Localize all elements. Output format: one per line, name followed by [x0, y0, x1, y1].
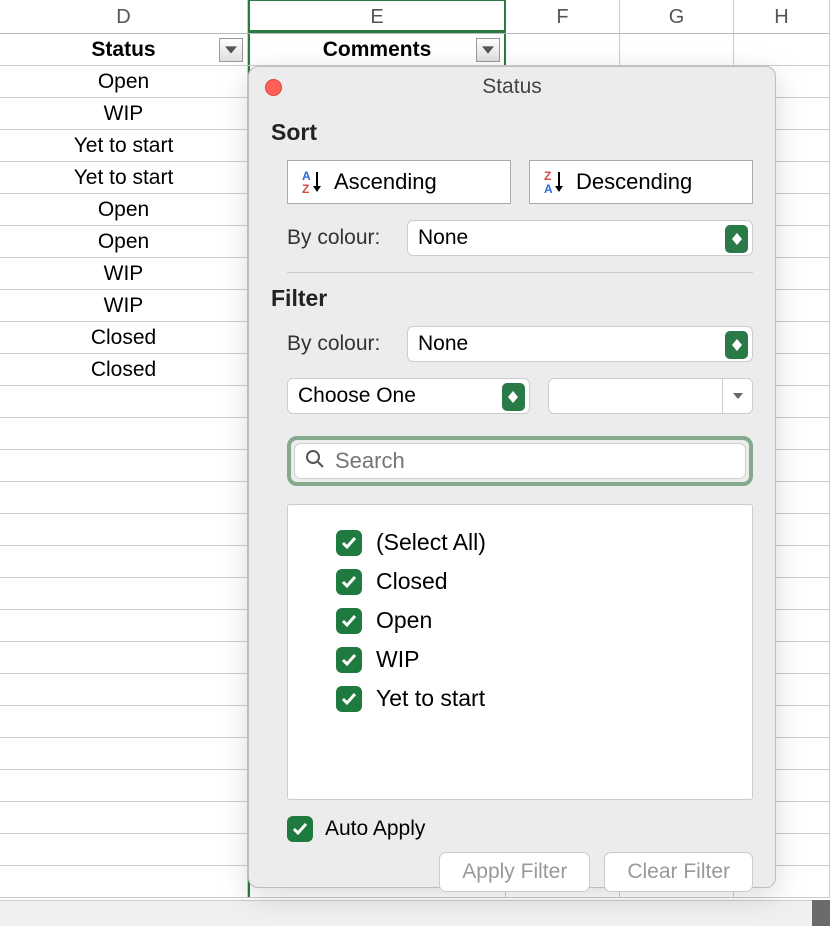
filter-by-colour-value: None	[418, 332, 468, 356]
cell[interactable]	[0, 418, 248, 449]
search-icon	[305, 449, 325, 474]
filter-item-wip[interactable]: WIP	[336, 646, 704, 673]
search-input[interactable]	[335, 448, 735, 474]
cell[interactable]: Open	[0, 194, 248, 225]
cell[interactable]	[506, 34, 620, 65]
apply-filter-button[interactable]: Apply Filter	[439, 852, 590, 892]
filter-by-colour-label: By colour:	[287, 332, 393, 356]
filter-item-yet-to-start[interactable]: Yet to start	[336, 685, 704, 712]
sort-by-colour-select[interactable]: None	[407, 220, 753, 256]
cell[interactable]	[0, 674, 248, 705]
checkbox-checked-icon	[336, 686, 362, 712]
close-icon[interactable]	[265, 79, 282, 96]
cell[interactable]: Yet to start	[0, 130, 248, 161]
choose-one-select[interactable]: Choose One	[287, 378, 530, 414]
popup-titlebar: Status	[249, 67, 775, 107]
cell[interactable]	[0, 386, 248, 417]
checkbox-checked-icon	[336, 569, 362, 595]
filter-dropdown-button[interactable]	[219, 38, 243, 62]
sort-descending-button[interactable]: Z A Descending	[529, 160, 753, 204]
filter-item-select-all[interactable]: (Select All)	[336, 529, 704, 556]
sort-ascending-button[interactable]: A Z Ascending	[287, 160, 511, 204]
cell[interactable]: Open	[0, 226, 248, 257]
cell[interactable]: Closed	[0, 354, 248, 385]
checkbox-checked-icon	[336, 647, 362, 673]
sort-az-icon: A Z	[302, 169, 326, 195]
search-field-container	[287, 436, 753, 486]
col-header-d[interactable]: D	[0, 0, 248, 33]
cell[interactable]	[620, 34, 734, 65]
cell[interactable]	[0, 578, 248, 609]
cell[interactable]: WIP	[0, 98, 248, 129]
choose-one-value: Choose One	[298, 384, 416, 408]
svg-text:A: A	[302, 169, 311, 183]
checkbox-checked-icon	[287, 816, 313, 842]
cell[interactable]: WIP	[0, 290, 248, 321]
stepper-icon	[725, 331, 748, 359]
cell[interactable]	[0, 482, 248, 513]
header-comments-cell[interactable]: Comments	[248, 34, 506, 65]
filter-dropdown-button[interactable]	[476, 38, 500, 62]
auto-apply-label: Auto Apply	[325, 817, 425, 841]
col-header-g[interactable]: G	[620, 0, 734, 33]
svg-text:A: A	[544, 182, 553, 195]
cell[interactable]	[0, 546, 248, 577]
filter-sort-popup: Status Sort A Z Ascending Z	[248, 66, 776, 888]
cell[interactable]: WIP	[0, 258, 248, 289]
filter-by-colour-select[interactable]: None	[407, 326, 753, 362]
header-status-cell[interactable]: Status	[0, 34, 248, 65]
svg-text:Z: Z	[302, 182, 309, 195]
filter-item-label: Yet to start	[376, 685, 485, 712]
checkbox-checked-icon	[336, 530, 362, 556]
header-row: Status Comments	[0, 34, 830, 66]
filter-item-label: Closed	[376, 568, 448, 595]
cell[interactable]	[734, 34, 830, 65]
cell[interactable]	[0, 450, 248, 481]
checkbox-checked-icon	[336, 608, 362, 634]
sort-ascending-label: Ascending	[334, 169, 437, 195]
cell[interactable]: Yet to start	[0, 162, 248, 193]
divider	[287, 272, 753, 273]
col-header-f[interactable]: F	[506, 0, 620, 33]
stepper-icon	[725, 225, 748, 253]
vertical-scrollbar-thumb[interactable]	[812, 900, 830, 926]
cell[interactable]	[0, 642, 248, 673]
sort-by-colour-value: None	[418, 226, 468, 250]
sort-section-title: Sort	[271, 119, 753, 146]
column-headers-row: D E F G H	[0, 0, 830, 34]
popup-title: Status	[482, 75, 542, 98]
sort-by-colour-label: By colour:	[287, 226, 393, 250]
cell[interactable]	[0, 802, 248, 833]
filter-values-list: (Select All) Closed Open WIP Yet to star…	[287, 504, 753, 800]
cell[interactable]	[0, 738, 248, 769]
cell[interactable]: Open	[0, 66, 248, 97]
filter-item-label: WIP	[376, 646, 419, 673]
filter-item-label: Open	[376, 607, 432, 634]
chevron-down-icon	[722, 379, 752, 413]
cell[interactable]	[0, 770, 248, 801]
filter-item-label: (Select All)	[376, 529, 486, 556]
cell[interactable]	[0, 706, 248, 737]
col-header-h[interactable]: H	[734, 0, 830, 33]
auto-apply-checkbox[interactable]: Auto Apply	[287, 816, 753, 842]
svg-text:Z: Z	[544, 169, 551, 183]
filter-value-select[interactable]	[548, 378, 754, 414]
filter-item-open[interactable]: Open	[336, 607, 704, 634]
cell[interactable]: Closed	[0, 322, 248, 353]
cell[interactable]	[0, 610, 248, 641]
clear-filter-button[interactable]: Clear Filter	[604, 852, 753, 892]
sort-descending-label: Descending	[576, 169, 692, 195]
sort-za-icon: Z A	[544, 169, 568, 195]
filter-section-title: Filter	[271, 285, 753, 312]
cell[interactable]	[0, 834, 248, 865]
cell[interactable]	[0, 514, 248, 545]
stepper-icon	[502, 383, 525, 411]
cell[interactable]	[0, 866, 248, 897]
col-header-e[interactable]: E	[248, 0, 506, 33]
filter-item-closed[interactable]: Closed	[336, 568, 704, 595]
